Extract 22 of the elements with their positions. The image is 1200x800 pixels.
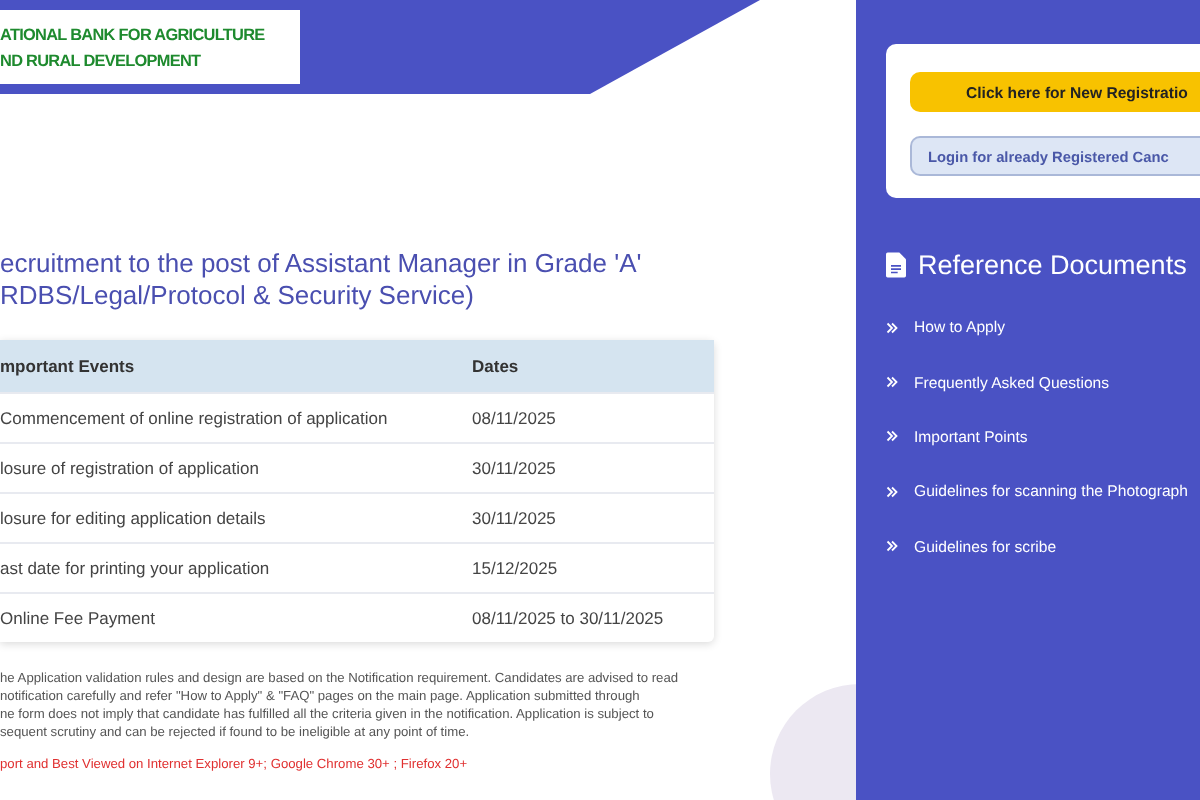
table-cell-text: Online Fee Payment <box>0 608 157 628</box>
table-cell: 15/12/2025 <box>472 558 558 578</box>
table-cell-text: losure for editing application details <box>0 508 268 528</box>
table-cell: 08/11/2025 <box>472 408 556 428</box>
table-cell-text: ast date for printing your application <box>0 558 272 578</box>
chevron-icon <box>886 430 898 443</box>
page-title: RDBS/Legal/Protocol & Security Service) <box>0 280 476 312</box>
column-header: Dates <box>472 356 519 376</box>
table-cell-text: losure of registration of application <box>0 458 261 478</box>
chevron-icon <box>886 485 898 498</box>
table-cell: 30/11/2025 <box>472 458 556 478</box>
table-cell-text: Commencement of online registration of application <box>0 408 390 428</box>
document-icon <box>886 252 906 278</box>
section-heading: Reference Documents <box>918 250 1187 280</box>
chevron-icon <box>886 540 898 553</box>
column-header: mportant Events <box>0 356 137 376</box>
table-cell: 30/11/2025 <box>472 508 556 528</box>
chevron-icon <box>886 321 898 334</box>
table-cell: 08/11/2025 to 30/11/2025 <box>472 608 664 628</box>
logo-banner: ATIONAL BANK FOR AGRICULTURE ND RURAL DEVELOPMENT <box>0 10 300 84</box>
chevron-icon <box>886 376 898 389</box>
page-title: ecruitment to the post of Assistant Manager in Grade 'A' <box>0 248 644 280</box>
